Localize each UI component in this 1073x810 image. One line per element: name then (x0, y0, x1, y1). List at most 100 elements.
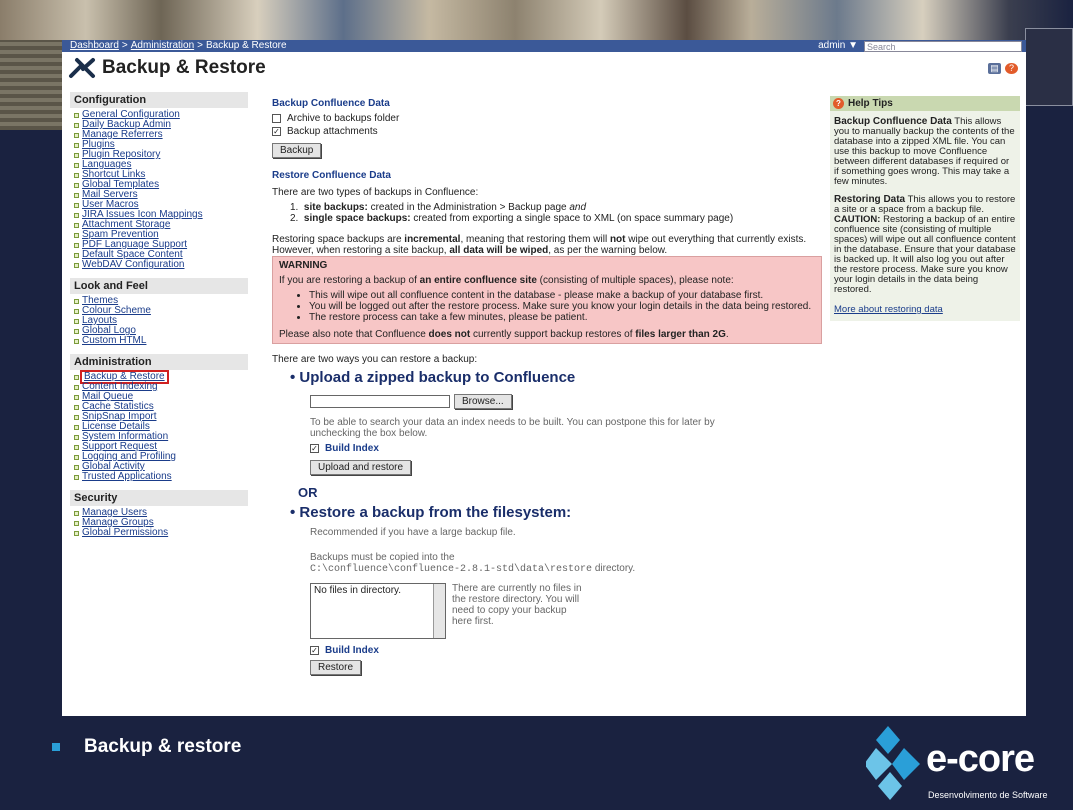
warning-box: WARNING If you are restoring a backup of… (272, 256, 822, 344)
backup-file-list[interactable]: No files in directory. (310, 583, 446, 639)
bullet-icon (74, 444, 79, 450)
archive-checkbox[interactable] (272, 114, 281, 123)
attachments-label: Backup attachments (287, 126, 378, 137)
size-limit-note: Please also note that Confluence does no… (279, 329, 729, 340)
bullet-icon (74, 384, 79, 390)
help-tips-icon: ? (833, 98, 844, 109)
bullet-icon (74, 192, 79, 198)
site-backups-desc: created in the Administration > Backup p… (367, 202, 570, 213)
sidebar-item-label: WebDAV Configuration (82, 259, 185, 270)
page-title: Backup & Restore (102, 57, 266, 78)
top-nav: Dashboard > Administration > Backup & Rest… (62, 40, 1026, 52)
site-backups-term: site backups: (303, 202, 368, 213)
bullet-icon (74, 252, 79, 258)
slide-caption: Backup & restore (52, 736, 241, 758)
large-file-hint: Recommended if you have a large backup f… (310, 527, 516, 538)
decorative-strip (0, 40, 62, 130)
sidebar-heading-look-and-feel: Look and Feel (70, 278, 248, 294)
file-list-scrollbar[interactable] (433, 584, 445, 638)
bullet-icon (74, 318, 79, 324)
no-files-note: There are currently no files in the rest… (452, 583, 582, 627)
sidebar-item-global-permissions[interactable]: Global Permissions (70, 528, 248, 538)
breadcrumb-separator: > (197, 40, 203, 51)
breadcrumb-administration[interactable]: Administration (131, 40, 194, 52)
sidebar-group-security: Manage Users Manage Groups Global Permissi… (70, 508, 248, 538)
backup-button[interactable]: Backup (272, 143, 322, 158)
bullet-icon (74, 374, 79, 380)
bullet-square (52, 743, 60, 751)
breadcrumb-dashboard[interactable]: Dashboard (70, 40, 119, 52)
restore-path: C:\confluence\confluence-2.8.1-std\data\… (310, 564, 593, 575)
backup-heading: Backup Confluence Data (272, 98, 390, 109)
e-core-logo: e-core Desenvolvimento de Software (866, 722, 1072, 806)
file-path-input[interactable] (310, 395, 450, 408)
bullet-icon (74, 454, 79, 460)
bullet-icon (74, 424, 79, 430)
bullet-icon (74, 510, 79, 516)
bullet-icon (74, 298, 79, 304)
bullet-icon (74, 152, 79, 158)
upload-restore-button[interactable]: Upload and restore (310, 460, 412, 475)
sidebar-item-webdav-configuration[interactable]: WebDAV Configuration (70, 260, 248, 270)
sidebar-heading-configuration: Configuration (70, 92, 248, 108)
breadcrumb-current: Backup & Restore (205, 40, 287, 51)
bullet-icon (74, 142, 79, 148)
print-icon[interactable]: ▤ (988, 62, 1001, 74)
bullet-icon (74, 232, 79, 238)
help-icon[interactable]: ? (1005, 62, 1018, 74)
space-backups-desc: created from exporting a single space to… (410, 213, 734, 224)
confluence-window: Dashboard > Administration > Backup & Rest… (62, 40, 1026, 716)
bullet-icon (74, 162, 79, 168)
bullet-icon (74, 530, 79, 536)
sidebar-item-custom-html[interactable]: Custom HTML (70, 336, 248, 346)
help-tips-panel: ? Help Tips Backup Confluence Data This a… (830, 96, 1020, 321)
archive-label: Archive to backups folder (287, 113, 400, 124)
warning-item: This will wipe out all confluence conten… (309, 290, 815, 301)
warning-item: The restore process can take a few minut… (309, 312, 815, 323)
index-hint: To be able to search your data an index … (310, 417, 715, 439)
warning-intro: If you are restoring a backup of an enti… (279, 275, 734, 286)
sidebar-heading-security: Security (70, 490, 248, 506)
restore-heading: Restore Confluence Data (272, 170, 391, 181)
bullet-icon (74, 520, 79, 526)
help-backup-tip: Backup Confluence Data This allows you t… (834, 116, 1015, 187)
upload-build-index-checkbox[interactable]: ✓ (310, 444, 319, 453)
filesystem-heading: • Restore a backup from the filesystem: (290, 504, 572, 521)
bullet-icon (74, 172, 79, 178)
upload-build-index-label: Build Index (325, 443, 379, 454)
sidebar-item-label: Custom HTML (82, 335, 147, 346)
sidebar-group-administration: Backup & Restore Content Indexing Mail Que… (70, 370, 248, 482)
fs-build-index-label: Build Index (325, 645, 379, 656)
attachments-checkbox[interactable]: ✓ (272, 127, 281, 136)
main-content: Backup Confluence Data Archive to backup… (272, 98, 822, 675)
page-header: Backup & Restore ▤ ? (62, 52, 1026, 84)
fs-build-index-checkbox[interactable]: ✓ (310, 646, 319, 655)
restore-button[interactable]: Restore (310, 660, 362, 675)
upload-heading: • Upload a zipped backup to Confluence (290, 369, 576, 386)
photo-banner (0, 0, 1073, 40)
bullet-icon (74, 202, 79, 208)
warning-item: You will be logged out after the restore… (309, 301, 815, 312)
user-menu[interactable]: admin ▼ (818, 40, 858, 52)
bullet-icon (74, 464, 79, 470)
bullet-icon (74, 394, 79, 400)
and-text: and (569, 202, 587, 213)
logo-wordmark: e-core (926, 738, 1035, 780)
bullet-icon (74, 338, 79, 344)
two-ways-text: There are two ways you can restore a bac… (272, 354, 478, 365)
search-input[interactable]: Search (864, 40, 1022, 52)
tools-icon (68, 57, 96, 79)
file-list-empty-text: No files in directory. (314, 585, 402, 596)
sidebar-item-trusted-applications[interactable]: Trusted Applications (70, 472, 248, 482)
bullet-icon (74, 262, 79, 268)
bullet-icon (74, 132, 79, 138)
bullet-icon (74, 404, 79, 410)
sidebar-item-label: Trusted Applications (82, 471, 172, 482)
help-tips-title: Help Tips (848, 97, 893, 109)
or-divider: OR (298, 485, 318, 500)
bullet-icon (74, 222, 79, 228)
space-backups-term: single space backups: (303, 213, 411, 224)
more-restoring-link[interactable]: More about restoring data (834, 305, 1016, 315)
warning-title: WARNING (279, 260, 328, 271)
browse-button[interactable]: Browse... (454, 394, 512, 409)
